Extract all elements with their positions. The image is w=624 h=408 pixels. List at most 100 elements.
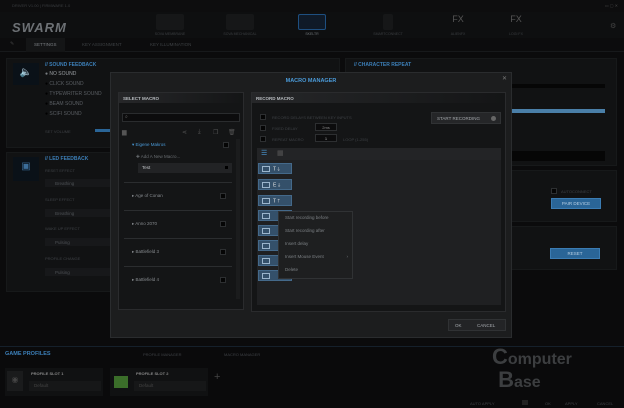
- cancel-button[interactable]: CANCEL: [597, 401, 613, 406]
- macro-group[interactable]: ▸ Battlefield 3: [124, 239, 232, 267]
- download-icon[interactable]: ⤓: [198, 129, 201, 136]
- wake-up-effect-select[interactable]: Pulsing: [45, 238, 115, 246]
- menu-start-recording-before[interactable]: Start recording before: [279, 212, 352, 225]
- keyboard-icon: [262, 213, 270, 219]
- tab-key-assignment[interactable]: KEY ASSIGNMENT: [74, 38, 130, 52]
- auto-apply-label: AUTO APPLY: [470, 401, 495, 406]
- close-icon[interactable]: ✕: [502, 75, 507, 82]
- profile-slot-2-name[interactable]: Default: [134, 381, 206, 391]
- device-header: SWARM SOVA MEMBRANE SOVA MECHANICAL SKEL…: [0, 12, 624, 38]
- game-profiles-title: GAME PROFILES: [5, 351, 51, 357]
- reset-effect-select[interactable]: Breathing: [45, 179, 115, 187]
- share-icon[interactable]: ⋖: [182, 129, 187, 136]
- add-profile-icon[interactable]: +: [214, 371, 220, 383]
- start-recording-button[interactable]: START RECORDING: [431, 112, 501, 124]
- tab-key-illumination[interactable]: KEY ILLUMINATION: [142, 38, 199, 52]
- test-field[interactable]: [511, 151, 605, 161]
- radio-typewriter-sound[interactable]: ● TYPEWRITER SOUND: [45, 91, 102, 101]
- list-view-icon[interactable]: ☰: [261, 149, 267, 157]
- folder-icon[interactable]: ▆: [122, 130, 127, 136]
- game-profiles-bar: GAME PROFILES PROFILE MANAGER MACRO MANA…: [0, 346, 624, 408]
- macro-step[interactable]: T 🡓: [258, 163, 292, 174]
- loop-label: LOOP (1-255): [343, 137, 369, 142]
- macro-list-scrollbar[interactable]: [236, 139, 240, 299]
- repeat-delay-slider[interactable]: [511, 84, 605, 88]
- window-title: DRIVER V1.00 | FIRMWARE 1.0: [12, 3, 71, 8]
- device-logifx[interactable]: FX LOGI FX: [486, 12, 546, 38]
- macro-group-eigene[interactable]: ▾ Eigene Makros: [124, 140, 232, 151]
- pair-device-button[interactable]: PAIR DEVICE: [551, 198, 601, 209]
- profile-slot-1[interactable]: ◉ PROFILE SLOT 1 Default: [5, 368, 103, 396]
- menu-insert-delay[interactable]: Insert delay: [279, 238, 352, 251]
- autoconnect-label: AUTOCONNECT: [561, 189, 592, 194]
- search-icon: ⌕: [125, 114, 128, 120]
- menu-insert-mouse-event[interactable]: Insert Mouse Event ›: [279, 251, 352, 264]
- repeat-rate-slider[interactable]: [511, 109, 605, 113]
- repeat-count-input[interactable]: 1: [315, 134, 337, 142]
- record-delays-checkbox[interactable]: [260, 114, 266, 120]
- tab-profile-manager[interactable]: PROFILE MANAGER: [143, 352, 181, 357]
- keyboard-icon: [262, 258, 270, 264]
- macro-group[interactable]: ▸ Anno 2070: [124, 211, 232, 239]
- device-alienfx[interactable]: FX ALIENFX: [428, 12, 488, 38]
- roccat-icon: ◉: [7, 371, 23, 391]
- arrow-down-icon: 🡓: [277, 166, 280, 173]
- window-controls[interactable]: ▭ ▢ ✕: [605, 3, 618, 8]
- context-menu: Start recording before Start recording a…: [278, 211, 353, 279]
- add-macro-button[interactable]: ✚ Add A New Macro...: [124, 151, 232, 163]
- keyboard-icon: [262, 198, 270, 204]
- apply-button[interactable]: APPLY: [565, 401, 578, 406]
- phone-icon: [383, 14, 393, 30]
- device-skeltr[interactable]: SKELTR: [282, 12, 342, 38]
- profile-slot-1-name[interactable]: Default: [29, 381, 101, 391]
- profile-change-select[interactable]: Pulsing: [45, 268, 115, 276]
- trash-icon[interactable]: 🗑: [228, 129, 236, 136]
- macro-group[interactable]: ▸ Age of Conan: [124, 183, 232, 211]
- tab-settings[interactable]: SETTINGS: [26, 38, 65, 52]
- edit-icon[interactable]: ✎: [10, 41, 14, 47]
- macro-step[interactable]: T 🡑: [258, 195, 292, 206]
- keyboard-icon: [262, 273, 270, 279]
- radio-click-sound[interactable]: ● CLICK SOUND: [45, 81, 102, 91]
- grid-view-icon[interactable]: ▦: [277, 149, 284, 157]
- macro-toolbar: ▆ ⋖ ⤓ ❐ 🗑: [122, 129, 240, 137]
- alienfx-icon: FX: [452, 14, 464, 24]
- device-smartconnect[interactable]: SMARTCONNECT: [358, 12, 418, 38]
- auto-apply-checkbox[interactable]: [522, 400, 528, 405]
- reset-button[interactable]: RESET: [550, 248, 600, 259]
- radio-no-sound[interactable]: ● NO SOUND: [45, 71, 102, 81]
- fixed-delay-input[interactable]: 2ms: [315, 123, 337, 131]
- keyboard-icon: [262, 243, 270, 249]
- menu-start-recording-after[interactable]: Start recording after: [279, 225, 352, 238]
- gear-icon[interactable]: ⚙: [610, 22, 616, 30]
- select-macro-title: SELECT MACRO: [119, 93, 243, 103]
- ok-button[interactable]: OK: [545, 401, 551, 406]
- reset-effect-label: RESET EFFECT: [45, 168, 75, 173]
- radio-beam-sound[interactable]: ● BEAM SOUND: [45, 101, 102, 111]
- macro-search-input[interactable]: ⌕: [122, 113, 240, 122]
- profile-slot-2[interactable]: PROFILE SLOT 2 Default: [110, 368, 208, 396]
- tab-macro-manager[interactable]: MACRO MANAGER: [224, 352, 260, 357]
- sleep-effect-select[interactable]: Breathing: [45, 209, 115, 217]
- menu-delete[interactable]: Delete: [279, 264, 352, 277]
- autoconnect-checkbox[interactable]: [551, 188, 557, 194]
- character-repeat-title: // CHARACTER REPEAT: [354, 62, 412, 68]
- keyboard-icon: [262, 166, 270, 172]
- watermark: Computer Base: [492, 344, 572, 392]
- volume-slider[interactable]: [95, 129, 111, 132]
- wake-up-effect-label: WAKE UP EFFECT: [45, 226, 80, 231]
- repeat-macro-label: REPEAT MACRO: [272, 137, 304, 142]
- sound-options: ● NO SOUND ● CLICK SOUND ● TYPEWRITER SO…: [45, 71, 102, 121]
- repeat-macro-checkbox[interactable]: [260, 136, 266, 142]
- macro-step[interactable]: E 🡓: [258, 179, 292, 190]
- macro-group[interactable]: ▸ Battlefield 4: [124, 267, 232, 295]
- macro-item-test[interactable]: Test: [138, 163, 232, 173]
- radio-scifi-sound[interactable]: ● SCIFI SOUND: [45, 111, 102, 121]
- device-sova-membrane[interactable]: SOVA MEMBRANE: [140, 12, 200, 38]
- ok-button[interactable]: OK: [455, 323, 462, 328]
- device-sova-mechanical[interactable]: SOVA MECHANICAL: [210, 12, 270, 38]
- copy-icon[interactable]: ❐: [213, 129, 218, 136]
- fixed-delay-checkbox[interactable]: [260, 125, 266, 131]
- game-icon: [114, 376, 128, 388]
- cancel-button[interactable]: CANCEL: [477, 323, 495, 328]
